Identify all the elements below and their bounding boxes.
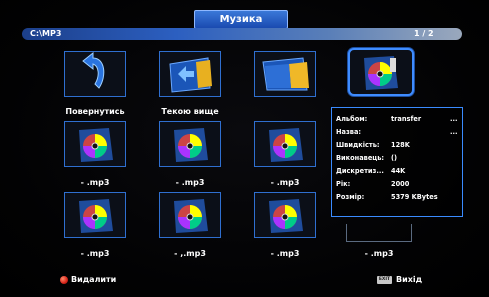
tile-mp3-7-label: - .mp3	[364, 249, 394, 258]
folder-up-icon	[169, 57, 212, 93]
info-value-samplerate: 44K	[391, 167, 406, 175]
file-info-panel: Альбом: transfer ... Назва: ... Швидкіст…	[331, 107, 463, 217]
tile-mp3-4-label: - .mp3	[80, 249, 110, 258]
music-disc-icon	[269, 128, 303, 162]
tile-mp3-6-label: - .mp3	[270, 249, 300, 258]
tile-back-label: Повернутись	[65, 107, 125, 116]
info-key-artist: Виконавець:	[336, 154, 384, 162]
tile-mp3-2-label: - .mp3	[175, 178, 205, 187]
back-arrow-icon	[82, 52, 105, 89]
info-value-bitrate: 128K	[391, 141, 410, 149]
tile-back[interactable]	[64, 51, 126, 97]
music-disc-icon	[364, 56, 398, 90]
path-bar	[22, 28, 462, 40]
music-disc-icon	[174, 128, 208, 162]
info-value-artist: ()	[391, 154, 398, 162]
exit-key-icon[interactable]: EXIT	[377, 276, 392, 284]
folder-icon	[262, 57, 309, 91]
tile-mp3-1[interactable]	[64, 121, 126, 167]
music-browser-screen: Музика C:\MP3 1 / 2 Повернутись Текою ви…	[0, 0, 489, 297]
info-key-samplerate: Дискретиз...	[336, 167, 384, 175]
tile-mp3-1-label: - .mp3	[80, 178, 110, 187]
tile-mp3-5[interactable]	[159, 192, 221, 238]
tile-mp3-6[interactable]	[254, 192, 316, 238]
info-key-title: Назва:	[336, 128, 362, 136]
tile-mp3-5-label: - ,.mp3	[174, 249, 206, 258]
info-value-year: 2000	[391, 180, 410, 188]
red-button-icon[interactable]	[60, 276, 68, 284]
tile-mp3-4[interactable]	[64, 192, 126, 238]
tile-folder-up[interactable]	[159, 51, 221, 97]
info-more-album: ...	[450, 115, 458, 123]
info-more-title: ...	[450, 128, 458, 136]
music-disc-icon	[174, 199, 208, 233]
tile-mp3-7[interactable]	[346, 224, 412, 242]
exit-label[interactable]: Вихід	[396, 274, 422, 286]
tile-folder[interactable]	[254, 51, 316, 97]
page-title: Музика	[194, 10, 288, 29]
current-path: C:\MP3	[30, 29, 62, 38]
tile-music-selected[interactable]	[348, 48, 414, 96]
page-indicator: 1 / 2	[414, 29, 434, 38]
music-disc-icon	[79, 128, 113, 162]
tile-mp3-2[interactable]	[159, 121, 221, 167]
music-disc-icon	[79, 199, 113, 233]
delete-label[interactable]: Видалити	[71, 274, 116, 286]
music-disc-icon	[269, 199, 303, 233]
info-key-bitrate: Швидкість:	[336, 141, 380, 149]
tile-mp3-3[interactable]	[254, 121, 316, 167]
info-value-size: 5379 KBytes	[391, 193, 438, 201]
tile-folder-up-label: Текою вище	[161, 107, 219, 116]
info-key-size: Розмір:	[336, 193, 365, 201]
info-key-album: Альбом:	[336, 115, 368, 123]
info-value-album: transfer	[391, 115, 422, 123]
tile-mp3-3-label: - .mp3	[270, 178, 300, 187]
info-key-year: Рік:	[336, 180, 351, 188]
